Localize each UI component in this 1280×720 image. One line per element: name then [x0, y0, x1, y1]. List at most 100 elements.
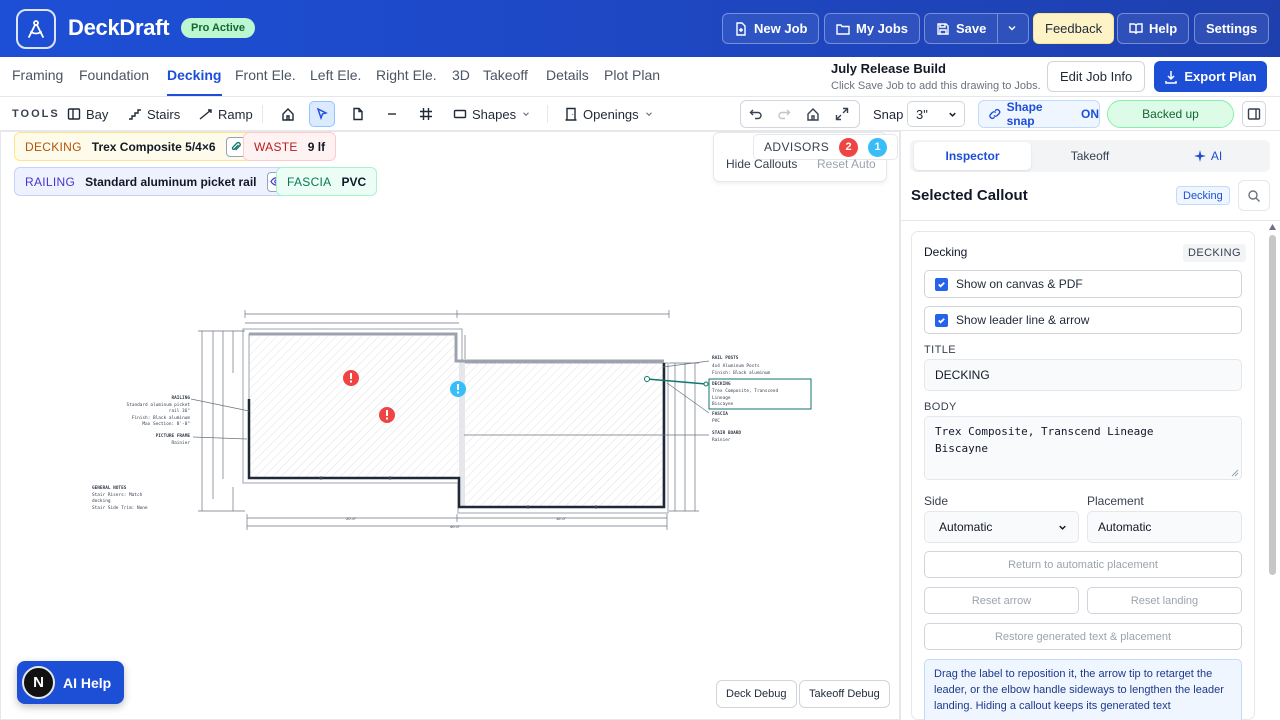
restore-generated-button[interactable]: Restore generated text & placement	[924, 623, 1242, 650]
leader-elbow-handle[interactable]	[703, 381, 709, 387]
drawing-canvas[interactable]: DECKING Trex Composite 5/4×6 WASTE 9 lf …	[0, 131, 900, 720]
snap-select[interactable]: 3"	[907, 101, 965, 127]
return-auto-placement-button[interactable]: Return to automatic placement	[924, 551, 1242, 578]
export-plan-label: Export Plan	[1184, 69, 1257, 84]
note-icon	[353, 107, 363, 121]
chevron-down-icon[interactable]	[1006, 22, 1018, 34]
tools-label: TOOLS	[12, 108, 60, 120]
reset-arrow-button[interactable]: Reset arrow	[924, 587, 1079, 614]
ramp-tool-button[interactable]: Ramp	[199, 102, 253, 126]
deck-area-left[interactable]	[248, 333, 463, 479]
advisor-warning-marker[interactable]	[379, 407, 395, 423]
title-input[interactable]: DECKING	[924, 359, 1242, 391]
tab-foundation[interactable]: Foundation	[79, 67, 149, 83]
tab-details[interactable]: Details	[546, 67, 589, 83]
leader-arrow-handle[interactable]	[644, 376, 650, 382]
deck-area-right[interactable]	[460, 361, 664, 508]
grid-tool-button[interactable]	[413, 101, 439, 127]
file-plus-icon	[736, 21, 746, 36]
selected-layer-badge: Decking	[1176, 186, 1230, 205]
release-title: July Release Build	[831, 61, 946, 76]
home-view-button[interactable]	[800, 101, 826, 127]
railing-callout-line: rail 36"	[169, 408, 190, 414]
panel-search-button[interactable]	[1238, 180, 1270, 211]
feedback-label: Feedback	[1045, 21, 1103, 36]
tab-framing[interactable]: Framing	[12, 67, 63, 83]
checkbox-checked-icon[interactable]	[935, 313, 948, 327]
scroll-up-arrow-icon[interactable]	[1269, 224, 1276, 230]
chevron-down-icon	[523, 112, 530, 117]
fascia-callout-body: PVC	[712, 418, 720, 424]
my-jobs-button[interactable]: My Jobs	[824, 13, 921, 44]
fascia-callout-title: FASCIA	[712, 411, 728, 417]
help-button[interactable]: Help	[1117, 13, 1190, 44]
show-on-canvas-checkbox[interactable]: Show on canvas & PDF	[924, 270, 1242, 298]
body-line: Biscayne	[935, 442, 988, 455]
placement-input[interactable]: Automatic	[1087, 511, 1242, 543]
bay-tool-button[interactable]: Bay	[67, 102, 108, 126]
reset-landing-button[interactable]: Reset landing	[1087, 587, 1242, 614]
rail-posts-callout-line: 4x4 Aluminum Posts	[712, 363, 760, 369]
undo-button[interactable]	[743, 101, 769, 127]
general-notes-line: Stair Side Trim: None	[92, 505, 148, 511]
tab-decking[interactable]: Decking	[167, 67, 221, 83]
line-tool-button[interactable]	[379, 101, 405, 127]
feedback-button[interactable]: Feedback	[1033, 13, 1115, 44]
deck-debug-button[interactable]: Deck Debug	[716, 680, 797, 708]
edit-job-info-button[interactable]: Edit Job Info	[1047, 61, 1146, 92]
panel-toggle-button[interactable]	[1242, 101, 1266, 127]
grid-icon	[420, 108, 432, 120]
panel-divider	[901, 220, 1280, 221]
dim-bottom-left: 20'-0"	[346, 516, 357, 521]
takeoff-debug-button[interactable]: Takeoff Debug	[799, 680, 890, 708]
resize-handle-icon[interactable]	[1231, 469, 1239, 477]
stair-board-callout-body: Rainier	[712, 437, 731, 443]
ai-help-button[interactable]: N AI Help	[17, 661, 124, 704]
select-tool-button[interactable]	[309, 101, 335, 127]
tab-front-elevation[interactable]: Front Ele.	[235, 67, 296, 83]
show-on-canvas-label: Show on canvas & PDF	[956, 277, 1083, 291]
checkbox-checked-icon[interactable]	[935, 277, 948, 291]
new-job-button[interactable]: New Job	[722, 13, 820, 44]
shapes-dropdown[interactable]: Shapes	[453, 102, 531, 126]
tab-takeoff-panel[interactable]: Takeoff	[1031, 142, 1149, 170]
rectangle-icon	[453, 109, 467, 119]
tab-inspector[interactable]: Inspector	[914, 142, 1031, 170]
panel-scroll-thumb[interactable]	[1269, 235, 1276, 575]
save-icon	[937, 22, 949, 35]
tab-ai[interactable]: AI	[1149, 142, 1267, 170]
export-plan-button[interactable]: Export Plan	[1154, 61, 1267, 92]
advisor-info-marker[interactable]	[450, 381, 466, 397]
deck-plan-drawing[interactable]: 20'-0" 16'-0" 40'-0" RAILING Standard al…	[1, 132, 900, 720]
shape-snap-state: ON	[1081, 107, 1099, 121]
advisor-warning-marker[interactable]	[343, 370, 359, 386]
download-icon	[1165, 70, 1178, 84]
body-line: Trex Composite, Transcend Lineage	[935, 425, 1154, 438]
note-tool-button[interactable]	[345, 101, 371, 127]
tab-3d[interactable]: 3D	[452, 67, 470, 83]
save-dropdown-divider	[997, 14, 998, 43]
tab-plot-plan[interactable]: Plot Plan	[604, 67, 660, 83]
redo-button[interactable]	[771, 101, 797, 127]
ramp-icon	[199, 109, 212, 120]
drawing-toolbar: TOOLS Bay Stairs Ramp Shapes Openings Sn…	[0, 97, 1280, 131]
fit-view-button[interactable]	[829, 101, 855, 127]
openings-dropdown[interactable]: Openings	[564, 102, 654, 126]
rail-posts-callout-title: RAIL POSTS	[712, 355, 739, 361]
stairs-tool-button[interactable]: Stairs	[128, 102, 180, 126]
tab-takeoff[interactable]: Takeoff	[483, 67, 528, 83]
body-textarea[interactable]: Trex Composite, Transcend Lineage Biscay…	[924, 416, 1242, 480]
shape-snap-toggle[interactable]: Shape snap ON	[978, 100, 1100, 128]
house-tool-button[interactable]	[275, 101, 301, 127]
ramp-label: Ramp	[218, 106, 253, 122]
tab-right-elevation[interactable]: Right Ele.	[376, 67, 437, 83]
show-leader-checkbox[interactable]: Show leader line & arrow	[924, 306, 1242, 334]
decking-callout-line: Lineage	[712, 395, 731, 401]
tab-left-elevation[interactable]: Left Ele.	[310, 67, 361, 83]
logo-icon[interactable]	[16, 9, 56, 49]
settings-button[interactable]: Settings	[1194, 13, 1270, 44]
rail-posts-callout-line: Finish: Black aluminum	[712, 370, 771, 376]
cursor-icon	[316, 107, 328, 121]
side-select[interactable]: Automatic	[924, 511, 1079, 543]
save-button[interactable]: Save	[924, 13, 1029, 44]
